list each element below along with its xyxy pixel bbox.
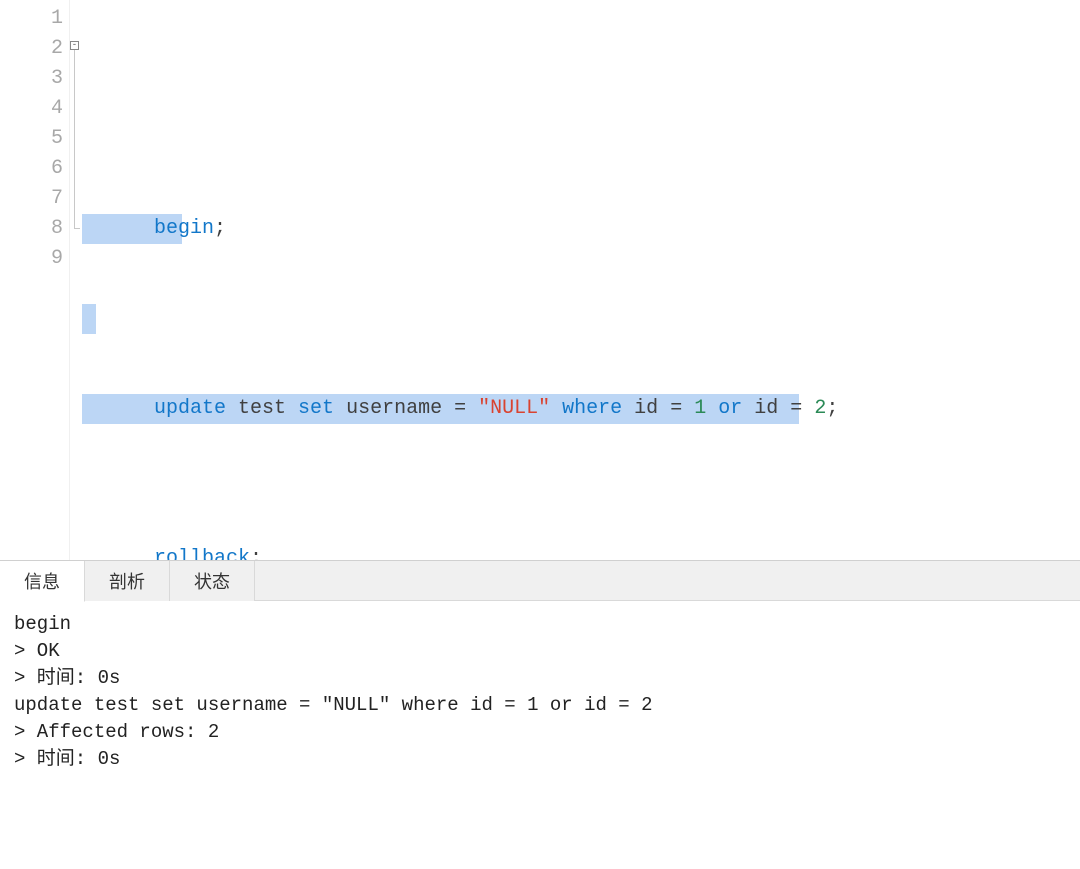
tab-profile[interactable]: 剖析 — [85, 561, 170, 601]
line-number-gutter: 1 2 3 4 5 6 7 8 9 — [0, 0, 70, 560]
tab-bar-spacer — [255, 561, 1080, 601]
line-number: 9 — [0, 244, 63, 274]
number-literal: 2 — [814, 397, 826, 420]
code-line[interactable]: rollback; — [82, 514, 1080, 544]
code-line[interactable] — [82, 244, 1080, 274]
line-number: 2 — [0, 34, 63, 64]
output-line: > 时间: 0s — [14, 746, 1066, 773]
output-line: > 时间: 0s — [14, 665, 1066, 692]
output-line: begin — [14, 611, 1066, 638]
keyword-update: update — [154, 397, 226, 420]
results-tab-bar: 信息 剖析 状态 — [0, 561, 1080, 601]
fold-toggle-icon[interactable]: - — [70, 41, 79, 50]
keyword-set: set — [298, 397, 334, 420]
code-line[interactable]: update test set username = "NULL" where … — [82, 334, 1080, 364]
string-literal: "NULL" — [478, 397, 550, 420]
fold-gutter: - — [70, 0, 82, 560]
output-line: > Affected rows: 2 — [14, 719, 1066, 746]
line-number: 5 — [0, 124, 63, 154]
tab-info[interactable]: 信息 — [0, 561, 85, 602]
sql-editor-pane: 1 2 3 4 5 6 7 8 9 - begin; update test s… — [0, 0, 1080, 560]
results-pane: 信息 剖析 状态 begin> OK> 时间: 0supdate test se… — [0, 560, 1080, 869]
code-line[interactable]: begin; — [82, 154, 1080, 184]
line-number: 1 — [0, 4, 63, 34]
number-literal: 1 — [694, 397, 706, 420]
line-number: 8 — [0, 214, 63, 244]
code-line[interactable] — [82, 64, 1080, 94]
output-line: > OK — [14, 638, 1066, 665]
keyword-begin: begin — [154, 217, 214, 240]
code-editor[interactable]: begin; update test set username = "NULL"… — [82, 0, 1080, 560]
tab-status[interactable]: 状态 — [170, 561, 255, 601]
code-line[interactable] — [82, 424, 1080, 454]
keyword-where: where — [562, 397, 622, 420]
keyword-or: or — [718, 397, 742, 420]
output-line: update test set username = "NULL" where … — [14, 692, 1066, 719]
output-log[interactable]: begin> OK> 时间: 0supdate test set usernam… — [0, 601, 1080, 869]
keyword-rollback: rollback — [154, 547, 250, 560]
line-number: 4 — [0, 94, 63, 124]
line-number: 7 — [0, 184, 63, 214]
line-number: 3 — [0, 64, 63, 94]
line-number: 6 — [0, 154, 63, 184]
